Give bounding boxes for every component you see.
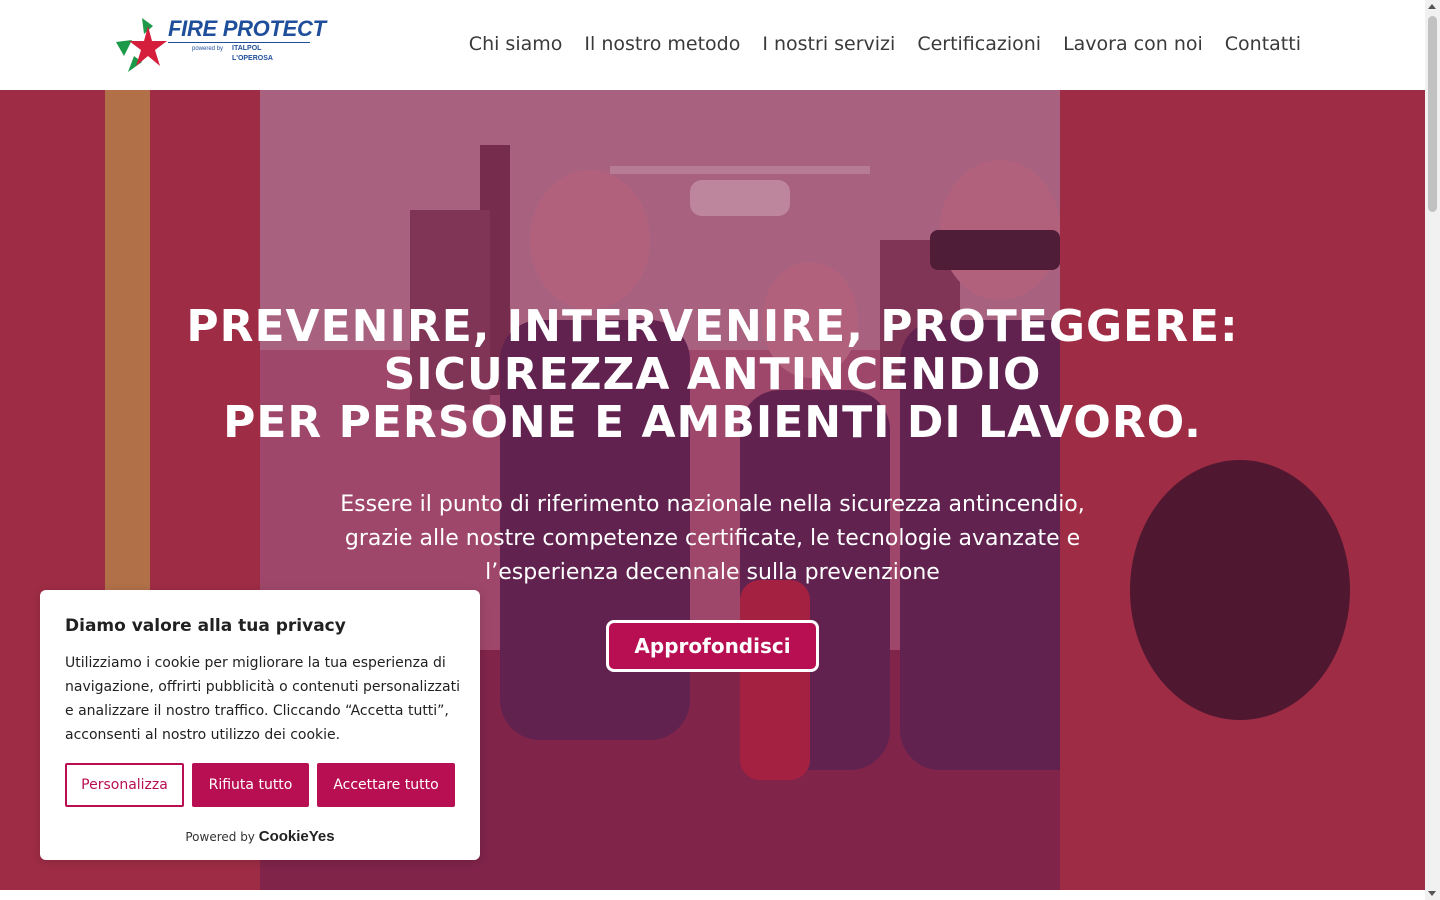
nav-il-nostro-metodo[interactable]: Il nostro metodo [584, 30, 740, 58]
scroll-up-arrow-icon[interactable] [1428, 4, 1436, 9]
cookie-powered-by: Powered by CookieYes [40, 828, 480, 845]
cookie-buttons: Personalizza Rifiuta tutto Accettare tut… [65, 763, 455, 807]
scroll-down-arrow-icon[interactable] [1428, 891, 1436, 896]
hero-subtitle-line-3: l’esperienza decennale sulla prevenzione [485, 560, 940, 585]
page: FIRE PROTECT powered by ITALPOL L'OPEROS… [0, 0, 1440, 900]
star-logo-icon [116, 18, 167, 72]
customize-cookies-button[interactable]: Personalizza [65, 763, 184, 807]
brand-company-line1: ITALPOL [232, 45, 262, 52]
cookieyes-logo[interactable]: CookieYes [259, 828, 335, 845]
cookie-consent-banner: Diamo valore alla tua privacy Utilizziam… [40, 590, 480, 860]
scrollbar-thumb[interactable] [1428, 16, 1437, 212]
brand-underline [168, 42, 310, 43]
fire-protect-logo[interactable]: FIRE PROTECT powered by ITALPOL L'OPEROS… [112, 16, 326, 74]
page-scrollbar[interactable] [1425, 0, 1440, 900]
site-header: FIRE PROTECT powered by ITALPOL L'OPEROS… [0, 0, 1425, 90]
reject-all-button[interactable]: Rifiuta tutto [192, 763, 309, 807]
main-nav: Chi siamo Il nostro metodo I nostri serv… [447, 30, 1301, 58]
cookie-title: Diamo valore alla tua privacy [65, 616, 346, 636]
approfondisci-button[interactable]: Approfondisci [606, 620, 819, 672]
hero-title-line-2: SICUREZZA ANTINCENDIO [383, 349, 1042, 400]
nav-contatti[interactable]: Contatti [1225, 30, 1301, 58]
hero-subtitle: Essere il punto di riferimento nazionale… [0, 488, 1425, 590]
nav-lavora-con-noi[interactable]: Lavora con noi [1063, 30, 1203, 58]
brand-powered-by: powered by [192, 46, 224, 52]
brand-company: ITALPOL L'OPEROSA [232, 44, 273, 64]
hero-title: PREVENIRE, INTERVENIRE, PROTEGGERE: SICU… [0, 303, 1425, 447]
nav-certificazioni[interactable]: Certificazioni [917, 30, 1041, 58]
nav-chi-siamo[interactable]: Chi siamo [469, 30, 563, 58]
hero-title-line-3: PER PERSONE E AMBIENTI DI LAVORO. [223, 397, 1202, 448]
nav-i-nostri-servizi[interactable]: I nostri servizi [762, 30, 895, 58]
hero-subtitle-line-2: grazie alle nostre competenze certificat… [344, 526, 1081, 551]
cookie-powered-label: Powered by [185, 830, 255, 844]
cookie-description: Utilizziamo i cookie per migliorare la t… [65, 655, 460, 743]
accept-all-button[interactable]: Accettare tutto [317, 763, 455, 807]
brand-company-line2: L'OPEROSA [232, 55, 273, 62]
hero-title-line-1: PREVENIRE, INTERVENIRE, PROTEGGERE: [186, 301, 1239, 352]
brand-name: FIRE PROTECT [168, 16, 326, 41]
hero-subtitle-line-1: Essere il punto di riferimento nazionale… [340, 492, 1085, 517]
